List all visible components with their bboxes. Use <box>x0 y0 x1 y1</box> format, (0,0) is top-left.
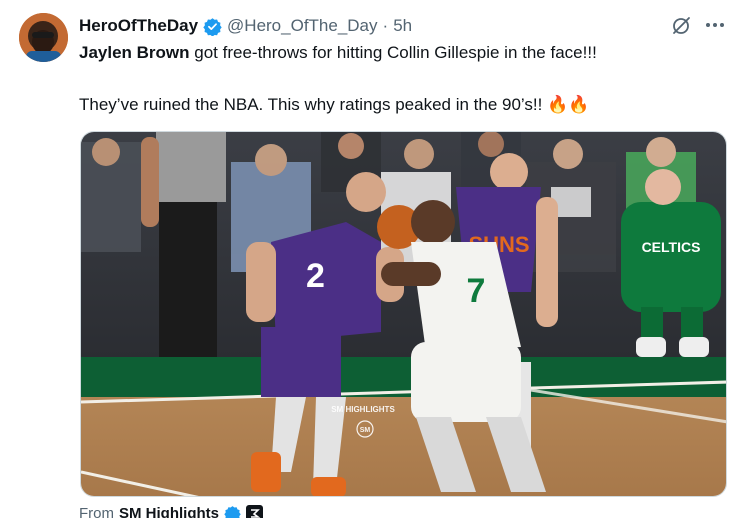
mentioned-name: Jaylen Brown <box>79 43 190 62</box>
watermark-text: SM HIGHLIGHTS <box>331 405 395 414</box>
avatar[interactable] <box>19 13 68 62</box>
author-handle[interactable]: @Hero_OfThe_Day <box>227 16 378 36</box>
more-options-icon[interactable] <box>704 14 726 36</box>
tweet-line-1-rest: got free-throws for hitting Collin Gille… <box>189 43 597 62</box>
from-label: From <box>79 505 114 518</box>
tweet-video[interactable]: CELTICS 2 SUNS 7 SM HIGHLIGHTS SM <box>80 131 727 497</box>
source-account-link[interactable]: SM Highlights <box>119 505 219 518</box>
verified-badge-icon <box>224 505 241 518</box>
bench-shirt-text: CELTICS <box>642 239 701 255</box>
tweet-timestamp[interactable]: 5h <box>393 16 412 36</box>
suns-jersey-number: 2 <box>306 257 325 295</box>
video-source-attribution: From SM Highlights <box>79 505 263 518</box>
header-separator: · <box>382 16 389 35</box>
watermark-logo: SM <box>360 427 371 434</box>
source-avatar-icon <box>246 505 263 518</box>
author-display-name[interactable]: HeroOfTheDay <box>79 16 198 36</box>
tweet-line-2: They’ve ruined the NBA. This why ratings… <box>79 95 590 114</box>
grok-icon[interactable] <box>671 16 691 36</box>
tweet-text: Jaylen Brown got free-throws for hitting… <box>79 40 719 117</box>
tweet-header: HeroOfTheDay @Hero_OfThe_Day · 5h <box>79 14 412 38</box>
celtics-jersey-number: 7 <box>467 272 486 310</box>
verified-badge-icon[interactable] <box>203 17 222 37</box>
tweet-line-1: Jaylen Brown got free-throws for hitting… <box>79 40 719 65</box>
